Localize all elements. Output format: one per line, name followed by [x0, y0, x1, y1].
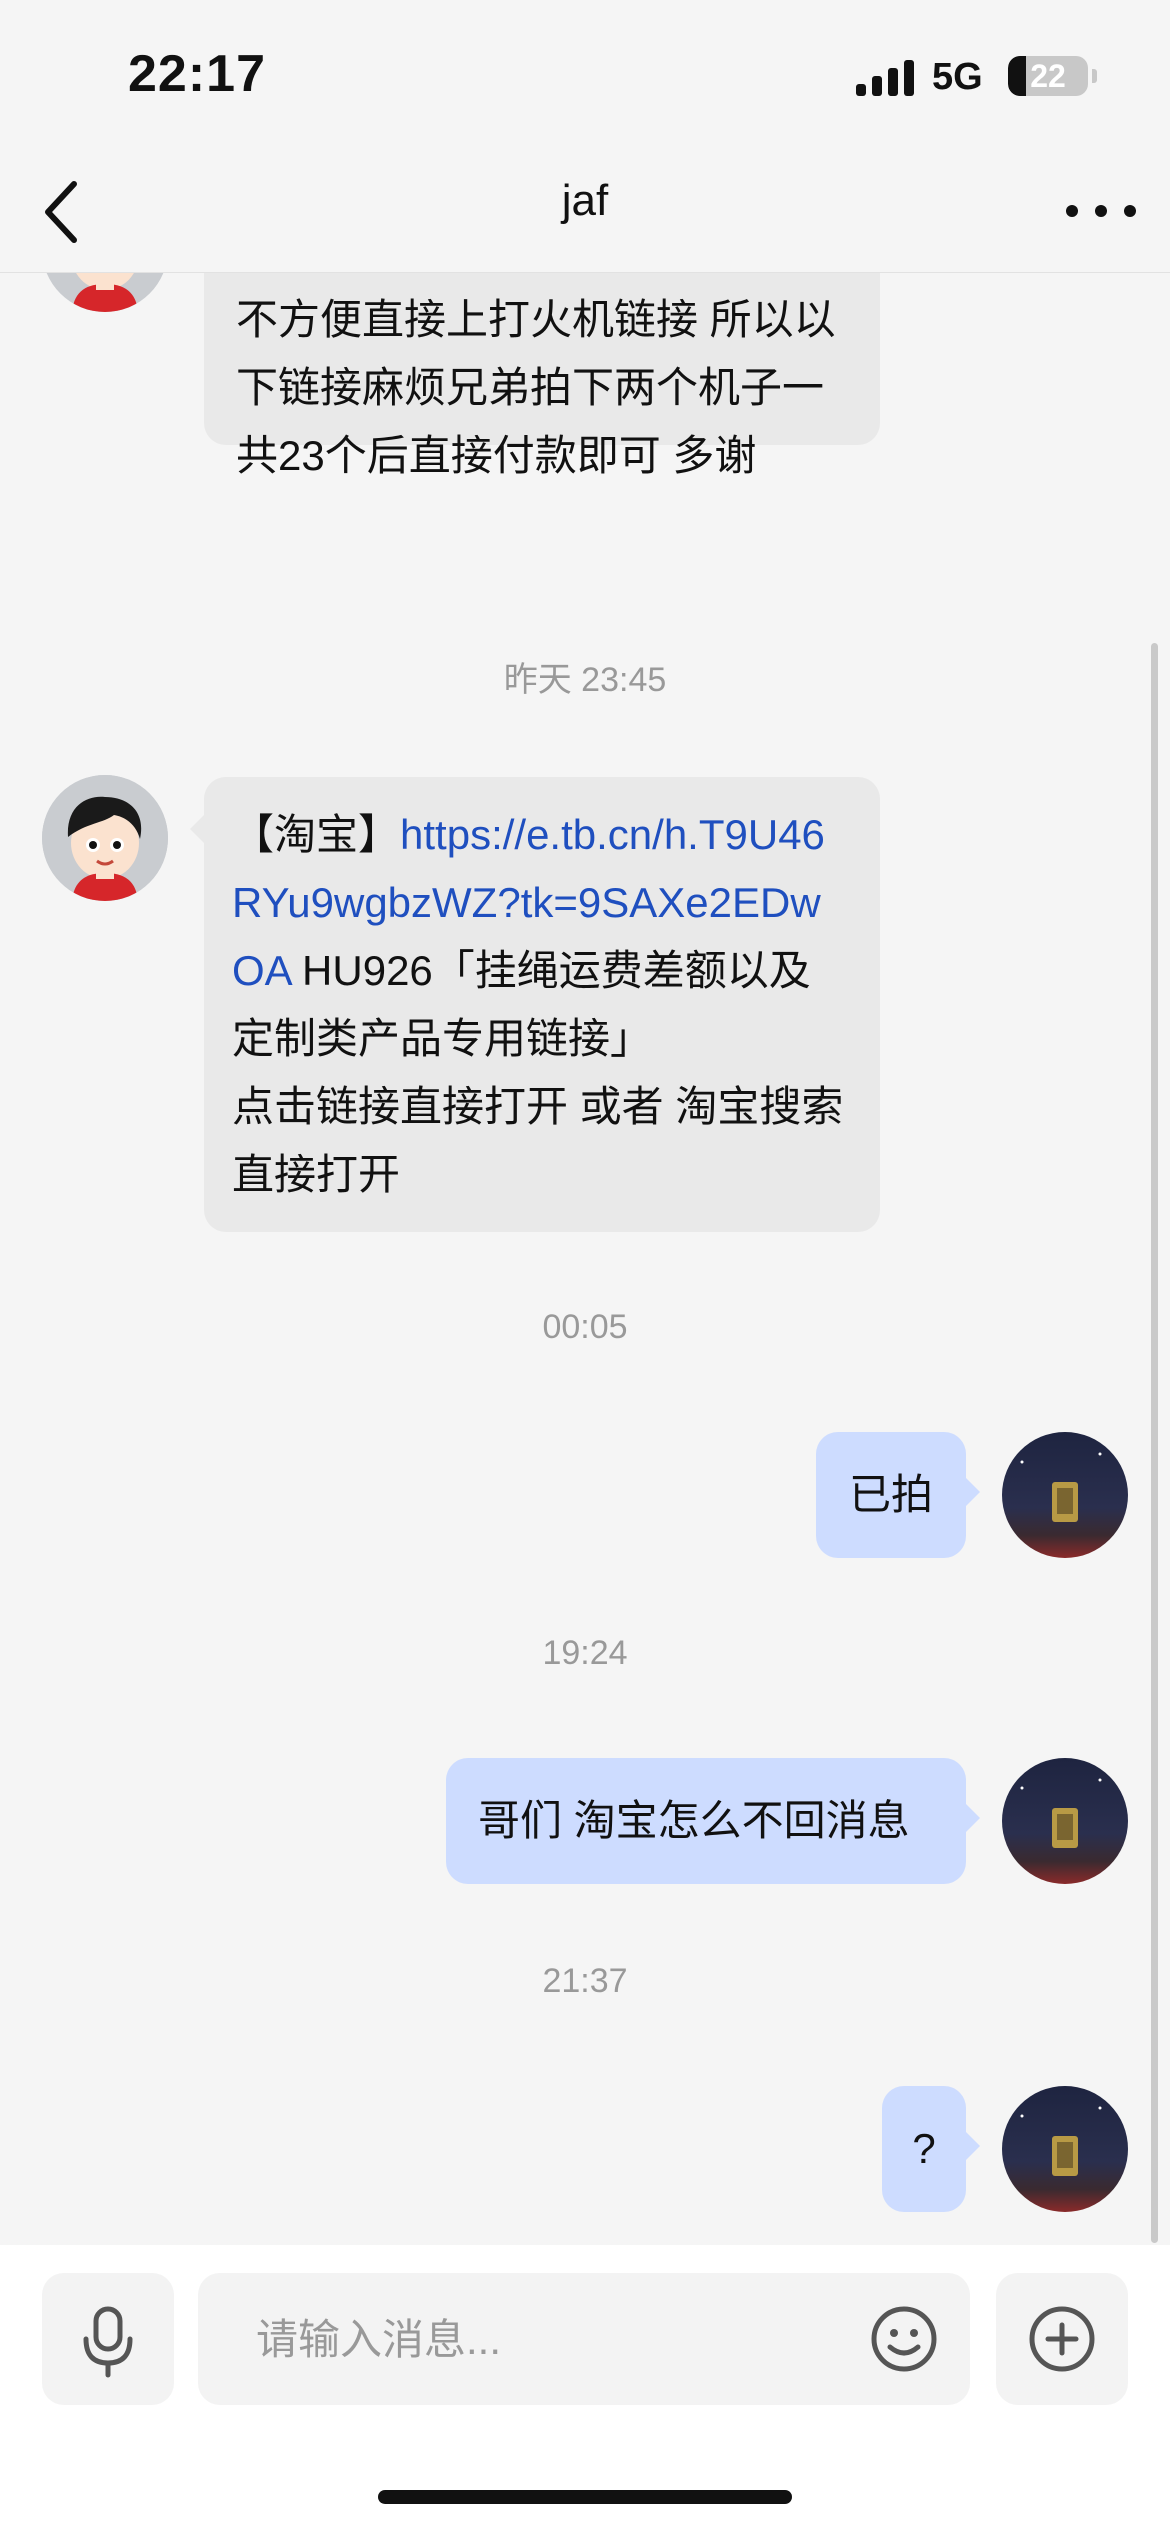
- taobao-prefix: 【淘宝】: [232, 811, 401, 858]
- nav-bar: jaf: [0, 150, 1170, 273]
- message-bubble-right[interactable]: ?: [882, 2086, 980, 2212]
- message-text: ?: [912, 2125, 936, 2172]
- plus-circle-icon: [1029, 2306, 1095, 2372]
- user-avatar[interactable]: [1002, 1758, 1128, 1884]
- message-bubble-right[interactable]: 哥们 淘宝怎么不回消息: [446, 1758, 980, 1884]
- contact-avatar[interactable]: [42, 775, 168, 901]
- chevron-left-icon: [45, 181, 77, 243]
- smiley-icon: [871, 2306, 937, 2372]
- input-bar: [0, 2245, 1170, 2532]
- message-text: 哥们 淘宝怎么不回消息: [478, 1797, 910, 1844]
- message-input[interactable]: [254, 2273, 838, 2407]
- message-bubble-left[interactable]: 【淘宝】https://e.tb.cn/h.T9U46RYu9wgbzWZ?tk…: [190, 777, 880, 1232]
- battery-tip: [1092, 69, 1097, 83]
- battery-icon: 22: [1008, 56, 1088, 96]
- more-button[interactable]: [1056, 176, 1146, 246]
- timestamp: 19:24: [542, 1634, 628, 1672]
- back-button[interactable]: [28, 172, 108, 252]
- message-text: 点击链接直接打开 或者 淘宝搜索直接打开: [232, 1083, 844, 1198]
- more-horizontal-icon: [1066, 205, 1136, 217]
- message-input-box[interactable]: [198, 2273, 970, 2407]
- timestamp: 21:37: [542, 1962, 628, 2000]
- message-bubble-left[interactable]: 不方便直接上打火机链接 所以以下链接麻烦兄弟拍下两个机子一共23个后直接付款即可…: [204, 272, 880, 479]
- voice-button[interactable]: [42, 2273, 174, 2405]
- scrollbar[interactable]: [1151, 643, 1158, 2243]
- timestamp: 昨天 23:45: [503, 661, 667, 699]
- user-avatar[interactable]: [1002, 1432, 1128, 1558]
- message-text: HU926「挂绳运费差额以及定制类产品专用链接」: [232, 947, 811, 1062]
- night-photo-avatar-icon: [1020, 1778, 1102, 1848]
- message-text: 已拍: [848, 1471, 933, 1518]
- chat-area[interactable]: 不方便直接上打火机链接 所以以下链接麻烦兄弟拍下两个机子一共23个后直接付款即可…: [0, 272, 1170, 2245]
- emoji-button[interactable]: [866, 2301, 942, 2377]
- night-photo-avatar-icon: [1020, 2106, 1102, 2176]
- chat-title: jaf: [561, 176, 609, 225]
- contact-avatar[interactable]: [42, 272, 168, 312]
- message-bubble-right[interactable]: 已拍: [816, 1432, 980, 1558]
- home-indicator[interactable]: [378, 2490, 792, 2504]
- status-time: 22:17: [128, 45, 266, 103]
- cartoon-avatar-icon: [42, 775, 168, 901]
- status-bar: 22:17 5G 22: [0, 0, 1170, 150]
- network-label: 5G: [932, 56, 983, 98]
- microphone-icon: [83, 2306, 133, 2378]
- add-attachment-button[interactable]: [996, 2273, 1128, 2405]
- cartoon-avatar-icon: [42, 272, 168, 312]
- user-avatar[interactable]: [1002, 2086, 1128, 2212]
- battery-level: 22: [1030, 58, 1066, 94]
- message-text: 不方便直接上打火机链接 所以以下链接麻烦兄弟拍下两个机子一共23个后直接付款即可…: [236, 296, 836, 479]
- night-photo-avatar-icon: [1020, 1452, 1102, 1522]
- signal-icon: [856, 60, 914, 96]
- timestamp: 00:05: [542, 1308, 628, 1346]
